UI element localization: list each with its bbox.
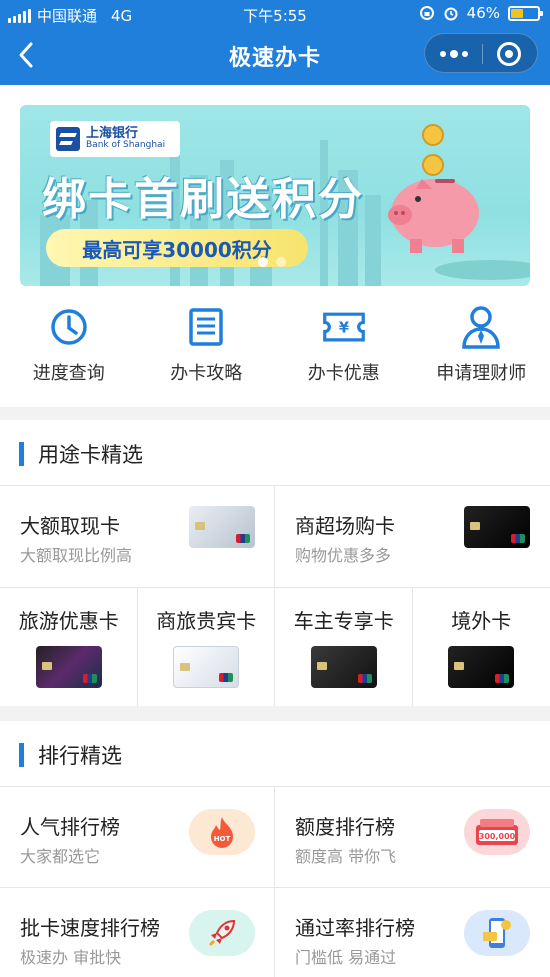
category-name: 商超场购卡	[295, 514, 395, 538]
bank-name-en: Bank of Shanghai	[86, 140, 166, 151]
card-category-shopping[interactable]: 商超场购卡 购物优惠多多	[275, 486, 550, 586]
carousel-dot[interactable]	[258, 257, 268, 267]
quick-action-progress[interactable]: 进度查询	[0, 305, 138, 395]
navigation-bar: 极速办卡	[0, 28, 550, 85]
section-title: 排行精选	[38, 744, 122, 768]
orientation-lock-icon	[419, 6, 434, 20]
phone-card-icon	[464, 910, 530, 956]
clock-icon	[47, 305, 91, 349]
section-accent-bar	[19, 743, 24, 767]
category-name: 旅游优惠卡	[18, 609, 119, 633]
rocket-icon	[189, 910, 255, 956]
quick-action-offers[interactable]: ¥ 办卡优惠	[275, 305, 413, 395]
category-desc: 大额取现比例高	[20, 546, 133, 565]
credit-card-image	[189, 506, 255, 548]
credit-card-image	[310, 646, 377, 688]
quick-action-guide[interactable]: 办卡攻略	[138, 305, 276, 395]
ranking-desc: 门槛低 易通过	[295, 948, 397, 967]
battery-icon	[508, 5, 543, 21]
battery-percent: 46%	[466, 4, 500, 22]
promo-banner[interactable]: 上海银行 Bank of Shanghai 绑卡首刷送积分 最高可享30000积…	[20, 105, 530, 286]
ranking-desc: 极速办 审批快	[20, 948, 122, 967]
divider	[0, 587, 550, 588]
divider	[274, 588, 275, 706]
ranking-popular[interactable]: 人气排行榜 大家都选它 HOT	[0, 787, 275, 887]
category-name: 车主专享卡	[293, 609, 394, 633]
section-header-ranking: 排行精选	[0, 721, 550, 787]
bank-name-cn: 上海银行	[86, 126, 139, 142]
document-list-icon	[184, 305, 228, 349]
quick-action-label: 进度查询	[32, 363, 105, 384]
banner-headline: 绑卡首刷送积分	[42, 174, 364, 225]
card-category-car-owner[interactable]: 车主专享卡	[275, 588, 413, 706]
category-desc: 购物优惠多多	[295, 546, 392, 565]
credit-card-image	[464, 506, 530, 548]
section-header-purpose: 用途卡精选	[0, 420, 550, 486]
carousel-dot[interactable]	[276, 257, 286, 267]
top-section: 上海银行 Bank of Shanghai 绑卡首刷送积分 最高可享30000积…	[0, 85, 550, 407]
quick-action-label: 办卡优惠	[307, 363, 380, 384]
piggy-bank-icon	[388, 179, 479, 253]
category-name: 境外卡	[451, 609, 512, 633]
ranking-name: 额度排行榜	[295, 815, 395, 839]
ranking-name: 批卡速度排行榜	[20, 916, 160, 940]
status-bar: 中国联通 4G 下午5:55 46%	[0, 0, 550, 28]
quick-action-label: 办卡攻略	[170, 363, 243, 384]
credit-card-image	[173, 646, 240, 688]
carousel-indicator	[258, 257, 286, 267]
miniprogram-capsule	[424, 33, 538, 73]
section-title: 用途卡精选	[38, 443, 143, 467]
alarm-icon	[444, 7, 458, 21]
top-bar: 中国联通 4G 下午5:55 46% 极速办卡	[0, 0, 550, 85]
purpose-card-grid: 大额取现卡 大额取现比例高 商超场购卡 购物优惠多多 旅游优惠卡 商旅贵宾卡 车…	[0, 486, 550, 706]
svg-text:¥: ¥	[339, 320, 350, 337]
category-name: 商旅贵宾卡	[156, 609, 257, 633]
divider	[0, 887, 550, 888]
quick-action-advisor[interactable]: 申请理财师	[413, 305, 550, 395]
ranking-grid: 人气排行榜 大家都选它 HOT 额度排行榜 额度高 带你飞 300,000 批卡…	[0, 787, 550, 977]
quick-action-label: 申请理财师	[436, 363, 527, 384]
card-category-cash[interactable]: 大额取现卡 大额取现比例高	[0, 486, 275, 586]
advisor-person-icon	[459, 305, 503, 349]
credit-amount-icon: 300,000	[464, 809, 530, 855]
card-category-business[interactable]: 商旅贵宾卡	[138, 588, 276, 706]
ranking-desc: 额度高 带你飞	[295, 847, 397, 866]
bank-logo: 上海银行 Bank of Shanghai	[50, 121, 180, 157]
ranking-desc: 大家都选它	[20, 847, 101, 866]
category-name: 大额取现卡	[20, 514, 120, 538]
close-target-icon[interactable]	[497, 42, 521, 66]
divider	[274, 787, 275, 977]
bank-emblem-icon	[56, 127, 80, 151]
divider	[412, 588, 413, 706]
credit-card-image	[448, 646, 515, 688]
more-dots-icon[interactable]	[425, 34, 482, 74]
ranking-name: 通过率排行榜	[295, 916, 415, 940]
section-accent-bar	[19, 442, 24, 466]
ranking-approval-speed[interactable]: 批卡速度排行榜 极速办 审批快	[0, 888, 275, 977]
quick-actions: 进度查询 办卡攻略 ¥ 办卡优惠 申请理财师	[0, 305, 550, 395]
card-category-overseas[interactable]: 境外卡	[413, 588, 550, 706]
divider	[137, 588, 138, 706]
yen-ticket-icon: ¥	[322, 305, 366, 349]
credit-card-image	[35, 646, 102, 688]
ranking-credit-limit[interactable]: 额度排行榜 额度高 带你飞 300,000	[275, 787, 550, 887]
card-category-travel[interactable]: 旅游优惠卡	[0, 588, 138, 706]
ranking-pass-rate[interactable]: 通过率排行榜 门槛低 易通过	[275, 888, 550, 977]
divider	[274, 486, 275, 587]
fire-hot-icon: HOT	[189, 809, 255, 855]
svg-text:HOT: HOT	[214, 835, 231, 843]
ranking-name: 人气排行榜	[20, 815, 120, 839]
credit-amount-text: 300,000	[479, 832, 516, 841]
